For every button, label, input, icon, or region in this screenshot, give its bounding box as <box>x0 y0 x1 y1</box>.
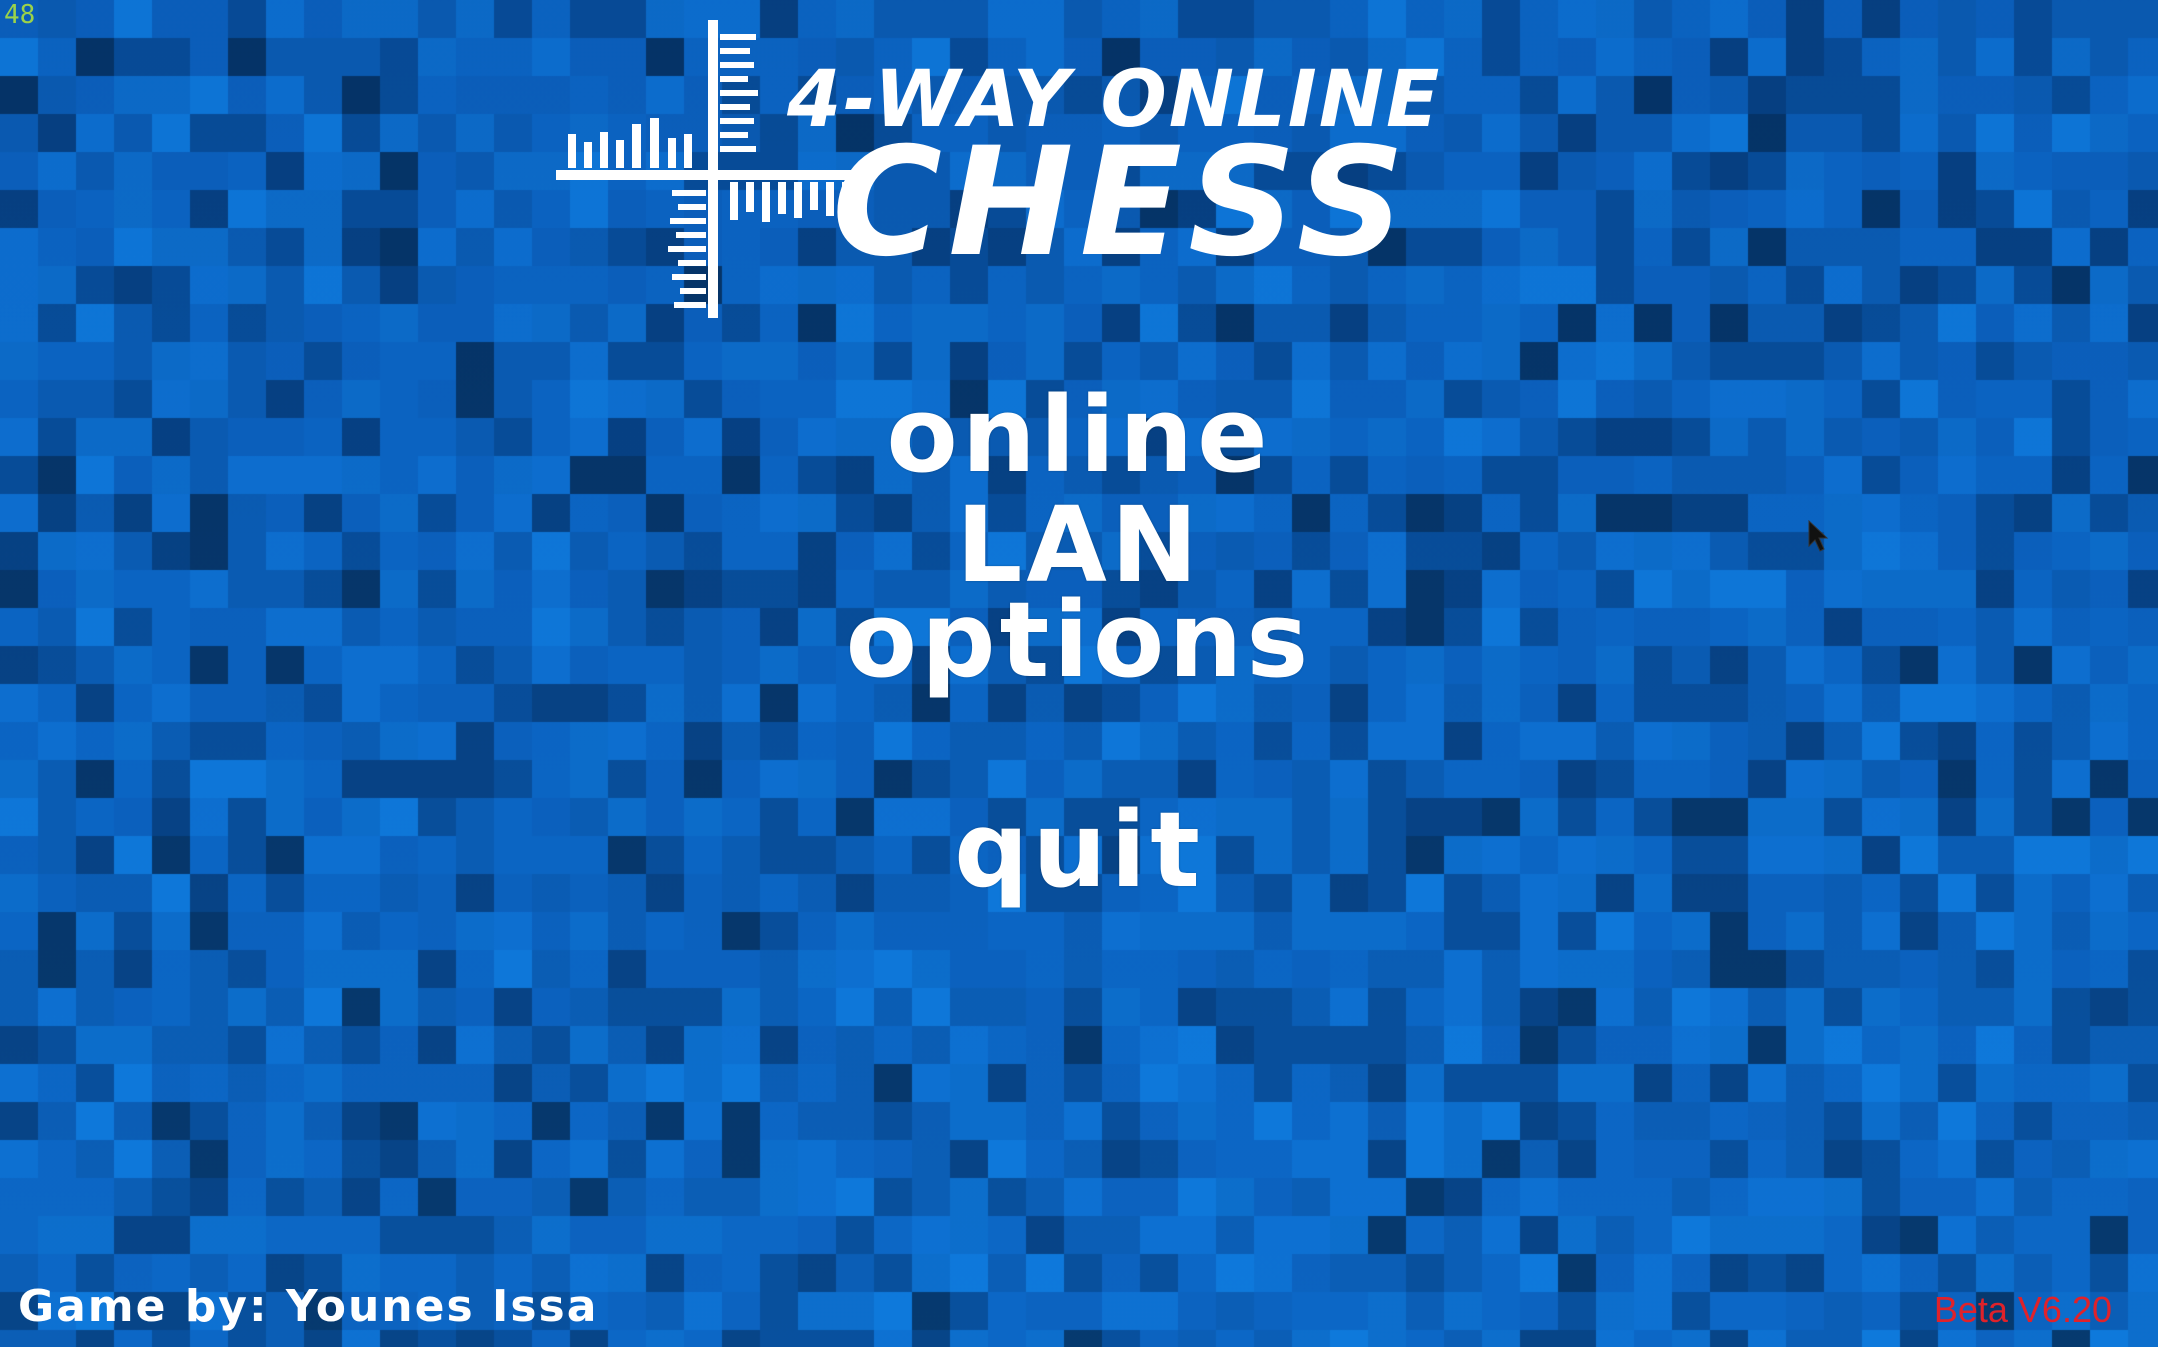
game-logo: 4-WAY ONLINE CHESS <box>556 20 1439 318</box>
fps-counter: 48 <box>4 0 36 30</box>
game-main-menu: 48 4-WAY ONLINE CHESS online LAN options… <box>0 0 2158 1347</box>
version-label: Beta V6.20 <box>1933 1289 2112 1330</box>
author-credit: Game by: Younes Issa <box>18 1281 599 1332</box>
quit-button[interactable]: quit <box>0 795 2158 905</box>
logo-title: CHESS <box>832 116 1411 290</box>
online-button[interactable]: online <box>0 380 2158 490</box>
options-button[interactable]: options <box>0 585 2158 695</box>
mouse-cursor-icon <box>1808 520 1829 552</box>
